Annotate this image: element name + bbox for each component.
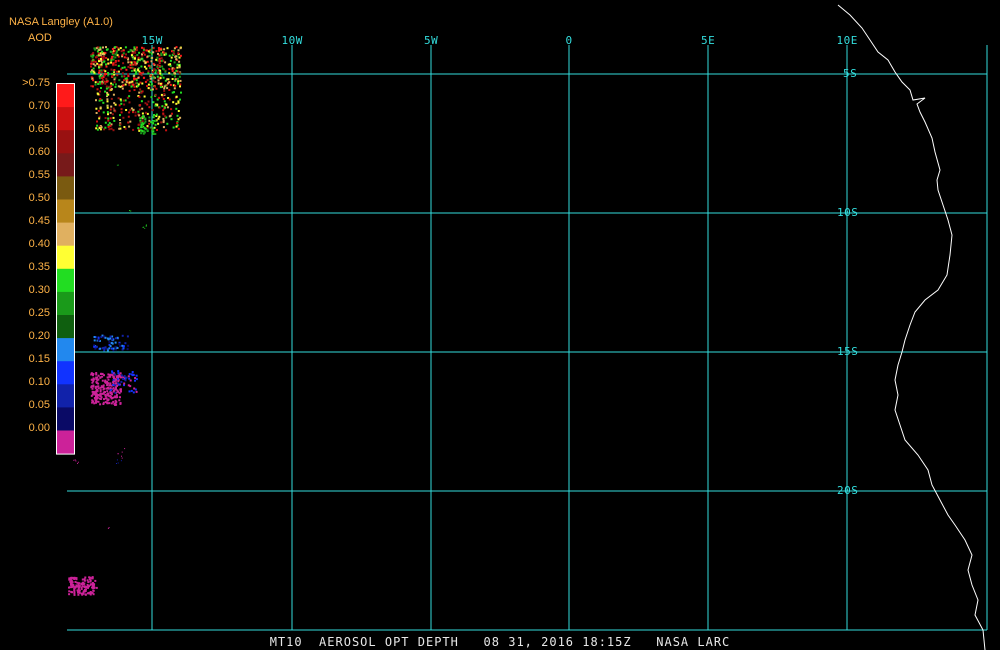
map-canvas [56, 4, 988, 650]
aod-pixel-cluster [95, 85, 182, 132]
lon-label: 5E [701, 34, 716, 47]
colorbar-tick-label: 0.45 [28, 215, 50, 227]
colorbar-swatch [57, 199, 74, 224]
colorbar-tick-label: 0.50 [28, 192, 50, 204]
colorbar-swatch [57, 291, 74, 316]
colorbar-swatch [57, 84, 74, 108]
colorbar-swatch [57, 384, 74, 408]
colorbar-swatch [57, 361, 74, 385]
aod-pixel-cluster [107, 527, 110, 529]
colorbar-tick-label: 0.05 [28, 399, 50, 411]
aod-pixel-cluster [73, 459, 79, 464]
colorbar-tick-label: 0.30 [28, 284, 50, 296]
graticule [67, 45, 988, 631]
colorbar-tick-label: 0.70 [28, 100, 50, 112]
colorbar-swatch [57, 107, 74, 131]
aod-pixel-cluster [116, 448, 126, 464]
colorbar-swatch [57, 315, 74, 339]
aod-pixel-cluster [129, 210, 132, 212]
colorbar-tick-label: >0.75 [22, 77, 50, 89]
colorbar-swatch [57, 430, 74, 455]
lat-label: 20S [837, 484, 859, 497]
aod-data-overlay [68, 46, 182, 596]
lon-label: 15W [141, 34, 163, 47]
colorbar-swatch [57, 268, 74, 293]
lat-label: 5S [843, 67, 858, 80]
aod-pixel-cluster [116, 164, 119, 166]
footer-caption: MT10 AEROSOL OPT DEPTH 08 31, 2016 18:15… [269, 635, 731, 649]
lat-label: 10S [837, 206, 859, 219]
aod-pixel-cluster [142, 224, 147, 229]
colorbar-swatch [57, 153, 74, 177]
colorbar-tick-label: 0.20 [28, 330, 50, 342]
colorbar-tick-label: 0.65 [28, 123, 50, 135]
aod-pixel-cluster [93, 334, 130, 352]
colorbar-swatch [57, 130, 74, 154]
colorbar-tick-label: 0.60 [28, 146, 50, 158]
coastline [837, 4, 986, 650]
colorbar-swatch [57, 245, 74, 270]
colorbar-swatch [57, 176, 74, 200]
colorbar-tick-label: 0.55 [28, 169, 50, 181]
colorbar-tick-label: 0.40 [28, 238, 50, 250]
aod-pixel-cluster [90, 46, 182, 88]
colorbar-tick-label: 0.00 [28, 422, 50, 434]
aod-pixel-cluster [68, 576, 98, 596]
aod-color-scale [56, 83, 75, 455]
lon-label: 10W [281, 34, 303, 47]
colorbar-swatch [57, 222, 74, 247]
lat-label: 15S [837, 345, 859, 358]
lon-label: 5W [424, 34, 439, 47]
colorbar-tick-label: 0.25 [28, 307, 50, 319]
colorbar-swatch [57, 407, 74, 431]
colorbar-tick-label: 0.35 [28, 261, 50, 273]
aod-pixel-cluster [90, 372, 122, 406]
colorbar-tick-label: 0.10 [28, 376, 50, 388]
colorbar-swatch [57, 338, 74, 362]
colorbar-tick-label: 0.15 [28, 353, 50, 365]
lon-label: 10E [836, 34, 858, 47]
lon-label: 0 [565, 34, 573, 47]
producer-label: NASA Langley (A1.0) [9, 16, 113, 28]
product-label: AOD [28, 32, 52, 44]
